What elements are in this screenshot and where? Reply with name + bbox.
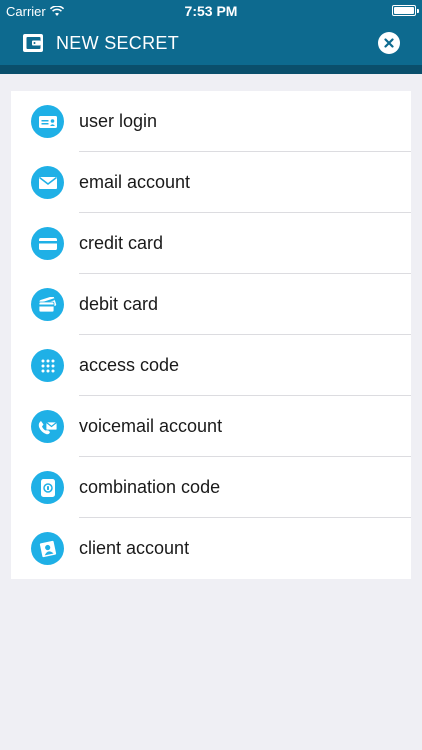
list-item-label: user login [79, 111, 158, 131]
list-item-label: credit card [79, 233, 164, 253]
list-item-label: client account [79, 538, 190, 558]
status-bar: Carrier 7:53 PM [0, 0, 422, 22]
list-item-label: voicemail account [79, 416, 223, 436]
list-item-credit-card[interactable]: credit card [11, 213, 411, 274]
list-item-email-account[interactable]: email account [11, 152, 411, 213]
keypad-icon [31, 349, 64, 382]
secret-type-list: user login email account credit card deb… [11, 91, 411, 579]
page-title: NEW SECRET [56, 33, 180, 53]
list-item-label: email account [79, 172, 191, 192]
close-button[interactable] [378, 32, 400, 54]
list-item-user-login[interactable]: user login [11, 91, 411, 152]
list-item-label: debit card [79, 294, 159, 314]
list-item-label: combination code [79, 477, 221, 497]
credit-card-icon [31, 227, 64, 260]
list-item-access-code[interactable]: access code [11, 335, 411, 396]
voicemail-icon [31, 410, 64, 443]
close-icon [384, 38, 394, 48]
client-icon [31, 532, 64, 565]
id-card-icon [31, 105, 64, 138]
envelope-icon [31, 166, 64, 199]
battery-icon [392, 5, 419, 16]
list-item-voicemail-account[interactable]: voicemail account [11, 396, 411, 457]
list-item-debit-card[interactable]: debit card [11, 274, 411, 335]
combination-lock-icon [31, 471, 64, 504]
list-item-label: access code [79, 355, 180, 375]
navigation-bar: NEW SECRET [0, 22, 422, 65]
wallet-icon [23, 34, 43, 52]
list-item-combination-code[interactable]: combination code [11, 457, 411, 518]
clock: 7:53 PM [184, 3, 238, 19]
header-shadow [0, 65, 422, 74]
list-item-client-account[interactable]: client account [11, 518, 411, 579]
debit-card-icon [31, 288, 64, 321]
